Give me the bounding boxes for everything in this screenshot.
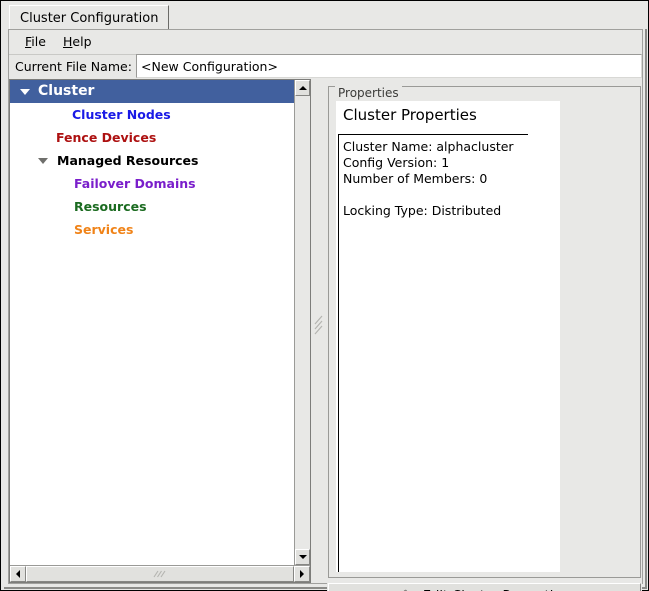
tab-strip: Cluster Configuration <box>4 4 647 29</box>
properties-line: Config Version: 1 <box>343 155 558 171</box>
properties-line: Number of Members: 0 <box>343 171 558 187</box>
tree-item-failover-domains[interactable]: Failover Domains <box>10 172 295 195</box>
properties-content: Cluster Properties Cluster Name: alphacl… <box>336 101 560 572</box>
current-file-row: Current File Name: <New Configuration> <box>9 54 642 79</box>
cluster-configuration-window: Cluster Configuration File Help Current … <box>0 0 649 591</box>
menu-help-rest: elp <box>72 34 91 49</box>
tree-horizontal-scrollbar[interactable] <box>10 565 310 582</box>
tree-vscroll-track[interactable] <box>295 96 310 549</box>
scroll-right-button[interactable] <box>294 566 310 582</box>
properties-group-box: Properties Cluster Properties Cluster Na… <box>328 86 641 578</box>
scroll-down-arrow-icon <box>299 555 307 559</box>
menu-bar: File Help <box>9 30 642 55</box>
tree-item-label: Failover Domains <box>74 172 196 195</box>
tree-item-label: Cluster Nodes <box>72 103 171 126</box>
wrench-icon <box>401 588 418 591</box>
tree-item-label: Cluster <box>38 80 94 103</box>
menu-item-help[interactable]: Help <box>61 34 94 49</box>
tree-item-label: Resources <box>74 195 147 218</box>
menu-item-file[interactable]: File <box>23 34 48 49</box>
tree-vertical-scrollbar[interactable] <box>294 80 310 565</box>
scroll-up-button[interactable] <box>295 80 310 96</box>
properties-line: Locking Type: Distributed <box>343 203 558 219</box>
scroll-down-button[interactable] <box>295 549 310 565</box>
cluster-tree-panel: ClusterCluster NodesFence DevicesManaged… <box>9 79 311 583</box>
properties-action-bar: Edit Cluster Properties <box>327 583 642 591</box>
tree-item-label: Managed Resources <box>57 149 198 172</box>
properties-heading: Cluster Properties <box>343 106 477 124</box>
scroll-left-arrow-icon <box>16 570 20 578</box>
tree-item-managed-resources[interactable]: Managed Resources <box>10 149 295 172</box>
split-pane-divider[interactable] <box>311 79 327 583</box>
current-file-input[interactable]: <New Configuration> <box>136 54 642 78</box>
split-pane: ClusterCluster NodesFence DevicesManaged… <box>9 79 642 583</box>
properties-line-spacer <box>343 187 558 203</box>
tree-item-label: Services <box>74 218 133 241</box>
tree-item-services[interactable]: Services <box>10 218 295 241</box>
cluster-tree[interactable]: ClusterCluster NodesFence DevicesManaged… <box>10 80 295 550</box>
properties-line: Cluster Name: alphacluster <box>343 139 558 155</box>
tree-item-cluster[interactable]: Cluster <box>10 80 295 103</box>
properties-text-block: Cluster Name: alphaclusterConfig Version… <box>338 135 558 572</box>
properties-group-title: Properties <box>335 86 402 100</box>
properties-panel: Properties Cluster Properties Cluster Na… <box>327 79 642 583</box>
current-file-label: Current File Name: <box>15 59 132 74</box>
menu-file-rest: ile <box>31 34 46 49</box>
chevron-down-icon[interactable] <box>38 158 48 164</box>
tree-item-fence-devices[interactable]: Fence Devices <box>10 126 295 149</box>
scroll-up-arrow-icon <box>299 86 307 90</box>
client-area: File Help Current File Name: <New Config… <box>8 29 643 584</box>
splitter-grip-icon <box>314 311 324 337</box>
chevron-down-icon[interactable] <box>20 89 30 95</box>
tab-cluster-configuration[interactable]: Cluster Configuration <box>9 5 169 29</box>
tree-item-cluster-nodes[interactable]: Cluster Nodes <box>10 103 295 126</box>
edit-cluster-properties-button[interactable]: Edit Cluster Properties <box>328 583 641 591</box>
scroll-right-arrow-icon <box>300 570 304 578</box>
scroll-left-button[interactable] <box>10 566 26 582</box>
tree-item-label: Fence Devices <box>56 126 156 149</box>
scrollbar-grip-icon <box>153 570 167 578</box>
window-inner: Cluster Configuration File Help Current … <box>4 4 647 589</box>
tree-hscroll-thumb[interactable] <box>26 566 294 582</box>
tree-item-resources[interactable]: Resources <box>10 195 295 218</box>
window-frame: Cluster Configuration File Help Current … <box>0 0 649 591</box>
